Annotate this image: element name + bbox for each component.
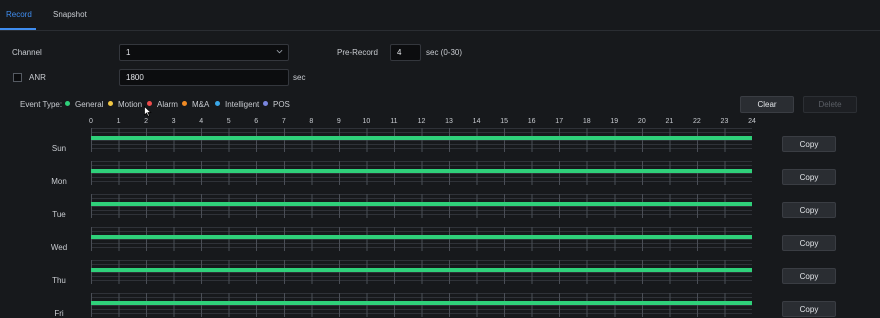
day-row[interactable] (91, 128, 752, 152)
hour-tick-label: 4 (199, 118, 204, 125)
hour-tick-label: 7 (281, 118, 286, 125)
anr-input[interactable]: 1800 (119, 69, 289, 86)
hour-tick-label: 24 (748, 118, 756, 125)
prerecord-value: 4 (397, 48, 402, 57)
day-label: Thu (52, 276, 66, 285)
legend-general: General (75, 100, 104, 109)
channel-select[interactable]: 1 (119, 44, 289, 61)
schedule-grid[interactable] (91, 128, 752, 317)
day-label: Wed (50, 243, 68, 252)
tab-snapshot[interactable]: Snapshot (53, 10, 87, 19)
hour-tick-label: 21 (665, 118, 674, 125)
record-period-bar[interactable] (91, 202, 752, 206)
mouse-cursor-icon (144, 106, 152, 117)
day-row[interactable] (91, 161, 752, 185)
record-period-bar[interactable] (91, 169, 752, 173)
day-label: Mon (51, 177, 67, 186)
day-timeline-grid[interactable] (91, 194, 752, 218)
day-label: Tue (52, 210, 66, 219)
tab-record[interactable]: Record (6, 10, 32, 19)
anr-checkbox[interactable] (13, 73, 22, 82)
hour-tick-label: 6 (254, 118, 259, 125)
hour-tick-label: 17 (555, 118, 564, 125)
hour-tick-label: 12 (417, 118, 426, 125)
hour-tick-label: 8 (309, 118, 314, 125)
intelligent-dot-icon (215, 101, 220, 106)
copy-button[interactable]: Copy (782, 169, 836, 185)
hour-tick-label: 10 (362, 118, 371, 125)
motion-dot-icon (108, 101, 113, 106)
legend-intelligent: Intelligent (225, 100, 260, 109)
tab-bar: Record Snapshot (0, 0, 880, 31)
prerecord-label: Pre-Record (337, 48, 378, 57)
hour-tick-label: 19 (610, 118, 619, 125)
hour-tick-label: 5 (226, 118, 231, 125)
delete-button[interactable]: Delete (803, 96, 857, 113)
prerecord-unit: sec (0-30) (426, 48, 463, 57)
channel-value: 1 (126, 48, 131, 57)
record-period-bar[interactable] (91, 235, 752, 239)
hour-tick-label: 20 (637, 118, 646, 125)
legend-pos: POS (273, 100, 290, 109)
channel-label: Channel (12, 48, 42, 57)
legend-ma: M&A (192, 100, 210, 109)
copy-button[interactable]: Copy (782, 301, 836, 317)
copy-button[interactable]: Copy (782, 136, 836, 152)
hour-tick-label: 22 (693, 118, 701, 125)
chevron-down-icon (276, 49, 283, 54)
day-timeline-grid[interactable] (91, 128, 752, 152)
copy-button[interactable]: Copy (782, 235, 836, 251)
record-period-bar[interactable] (91, 301, 752, 305)
legend-motion: Motion (118, 100, 143, 109)
hour-tick-label: 2 (144, 118, 149, 125)
day-row[interactable] (91, 227, 752, 251)
hour-tick-label: 1 (116, 118, 121, 125)
day-row[interactable] (91, 293, 752, 317)
hour-tick-label: 9 (336, 118, 341, 125)
copy-button[interactable]: Copy (782, 202, 836, 218)
anr-label: ANR (29, 73, 46, 82)
hour-tick-label: 18 (582, 118, 591, 125)
anr-value: 1800 (126, 73, 144, 82)
day-timeline-grid[interactable] (91, 293, 752, 317)
hour-tick-label: 23 (720, 118, 729, 125)
day-timeline-grid[interactable] (91, 260, 752, 284)
day-row[interactable] (91, 260, 752, 284)
hour-tick-label: 14 (472, 118, 481, 125)
hour-tick-label: 16 (527, 118, 536, 125)
copy-button[interactable]: Copy (782, 268, 836, 284)
prerecord-input[interactable]: 4 (390, 44, 421, 61)
hour-tick-label: 0 (89, 118, 93, 125)
day-label: Sun (51, 144, 67, 153)
day-label: Fri (54, 309, 64, 318)
day-timeline-grid[interactable] (91, 161, 752, 185)
active-tab-indicator (0, 28, 36, 30)
hour-tick-label: 15 (500, 118, 509, 125)
ma-dot-icon (182, 101, 187, 106)
day-timeline-grid[interactable] (91, 227, 752, 251)
hour-tick-label: 11 (390, 118, 398, 125)
event-type-label: Event Type: (20, 100, 63, 109)
pos-dot-icon (263, 101, 268, 106)
clear-button[interactable]: Clear (740, 96, 794, 113)
hour-tick-label: 13 (445, 118, 453, 125)
hour-tick-label: 3 (171, 118, 176, 125)
record-period-bar[interactable] (91, 136, 752, 140)
day-row[interactable] (91, 194, 752, 218)
anr-unit: sec (293, 73, 306, 82)
record-period-bar[interactable] (91, 268, 752, 272)
legend-alarm: Alarm (157, 100, 178, 109)
general-dot-icon (65, 101, 70, 106)
